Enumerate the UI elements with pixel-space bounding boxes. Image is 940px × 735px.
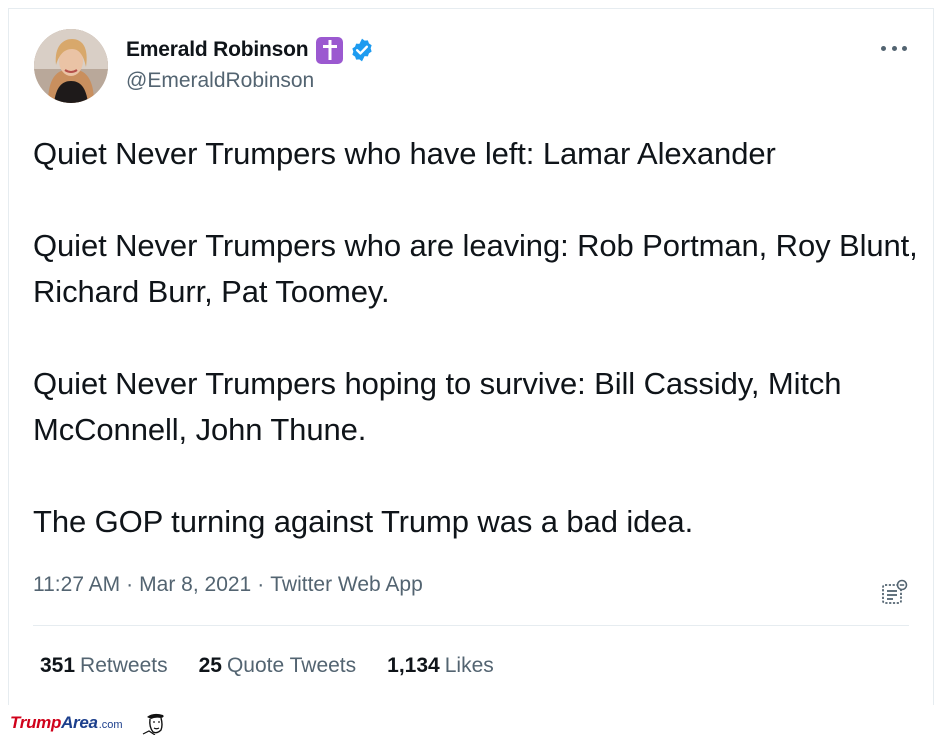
stats-divider [33, 625, 909, 626]
more-dot [881, 45, 886, 51]
retweets-stat[interactable]: 351 Retweets [40, 654, 168, 678]
tweet-time[interactable]: 11:27 AM [33, 573, 120, 597]
quote-tweets-stat[interactable]: 25 Quote Tweets [199, 654, 357, 678]
more-options-icon[interactable] [881, 43, 907, 53]
tweet-text: Quiet Never Trumpers who have left: Lama… [33, 131, 923, 545]
tweet-paragraph: Quiet Never Trumpers hoping to survive: … [33, 366, 842, 447]
meta-separator: · [126, 573, 134, 596]
likes-stat[interactable]: 1,134 Likes [387, 654, 494, 678]
retweets-label: Retweets [80, 654, 168, 677]
tweet-analytics-icon[interactable] [881, 579, 909, 607]
quote-tweets-count: 25 [198, 654, 222, 677]
verified-badge-icon [352, 38, 372, 62]
meta-separator: · [257, 573, 265, 596]
display-name[interactable]: Emerald Robinson [126, 38, 309, 62]
watermark-part-com: .com [98, 718, 123, 731]
user-handle[interactable]: @EmeraldRobinson [126, 69, 314, 93]
engagement-stats: 351 Retweets 25 Quote Tweets 1,134 Likes [40, 654, 525, 678]
avatar[interactable] [34, 29, 108, 103]
tweet-paragraph: Quiet Never Trumpers who are leaving: Ro… [33, 228, 918, 309]
retweets-count: 351 [40, 654, 76, 677]
latin-cross-icon [316, 36, 344, 64]
more-dot [902, 45, 907, 51]
watermark-part-area: Area [61, 713, 98, 732]
caricature-face-icon [142, 713, 164, 735]
more-dot [891, 45, 897, 51]
quote-tweets-label: Quote Tweets [226, 654, 357, 677]
tweet-paragraph: Quiet Never Trumpers who have left: Lama… [33, 136, 776, 171]
tweet-date[interactable]: Mar 8, 2021 [139, 573, 251, 597]
tweet-meta: 11:27 AM · Mar 8, 2021 · Twitter Web App [33, 573, 423, 597]
likes-label: Likes [444, 654, 494, 677]
tweet-source[interactable]: Twitter Web App [270, 573, 423, 597]
tweet-card: Emerald Robinson @EmeraldRobinson Quiet … [8, 8, 934, 705]
tweet-paragraph: The GOP turning against Trump was a bad … [33, 504, 694, 539]
likes-count: 1,134 [387, 654, 440, 677]
avatar-image [34, 29, 108, 103]
author-row: Emerald Robinson [126, 35, 375, 65]
site-watermark: Trump Area .com [10, 713, 169, 735]
watermark-part-trump: Trump [10, 713, 62, 732]
